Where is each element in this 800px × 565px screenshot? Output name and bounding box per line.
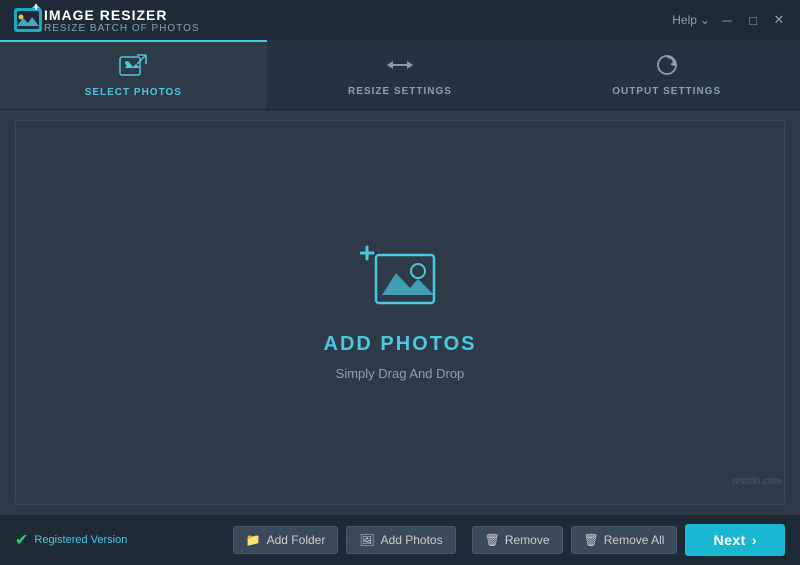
add-folder-button[interactable]: 📁 Add Folder <box>233 526 339 554</box>
next-button[interactable]: Next › <box>685 524 785 556</box>
app-title-group: IMAGE RESIZER RESIZE BATCH OF PHOTOS <box>44 7 672 34</box>
tab-bar: SELECT PHOTOS RESIZE SETTINGS OUTPUT SET… <box>0 40 800 110</box>
close-button[interactable]: ✕ <box>770 11 788 29</box>
status-label: Registered Version <box>34 534 127 546</box>
add-photos-icon <box>360 245 440 323</box>
bottom-bar: ✔ Registered Version 📁 Add Folder 🖼 Add … <box>0 515 800 565</box>
tab-select-photos[interactable]: SELECT PHOTOS <box>0 40 267 109</box>
app-logo-icon <box>12 4 44 36</box>
add-photos-button[interactable]: 🖼 Add Photos <box>346 526 455 554</box>
tab-resize-settings-label: RESIZE SETTINGS <box>348 86 452 97</box>
maximize-button[interactable]: □ <box>744 11 762 29</box>
help-button[interactable]: Help ⌄ <box>672 13 710 27</box>
watermark: wscdn.com <box>732 476 782 487</box>
drop-zone-content: ADD PHOTOS Simply Drag And Drop <box>324 245 477 381</box>
tab-output-settings[interactable]: OUTPUT SETTINGS <box>533 40 800 109</box>
tab-output-settings-label: OUTPUT SETTINGS <box>612 86 721 97</box>
output-settings-icon <box>653 53 681 81</box>
next-label: Next <box>713 532 745 548</box>
status-badge: ✔ Registered Version <box>15 530 127 550</box>
app-subtitle: RESIZE BATCH OF PHOTOS <box>44 23 672 34</box>
bottom-right-controls: 🗑 Remove 🗑 Remove All Next › <box>472 524 785 556</box>
bottom-left-controls: ✔ Registered Version <box>15 530 225 550</box>
status-check-icon: ✔ <box>15 530 28 550</box>
next-arrow-icon: › <box>752 532 757 548</box>
tab-select-photos-label: SELECT PHOTOS <box>85 87 182 98</box>
resize-settings-icon <box>386 53 414 81</box>
minimize-button[interactable]: ─ <box>718 11 736 29</box>
window-controls: Help ⌄ ─ □ ✕ <box>672 11 788 29</box>
tab-resize-settings[interactable]: RESIZE SETTINGS <box>267 40 534 109</box>
add-photos-label: ADD PHOTOS <box>324 333 477 356</box>
remove-all-button[interactable]: 🗑 Remove All <box>571 526 678 554</box>
app-name: IMAGE RESIZER <box>44 7 672 23</box>
drop-zone-area[interactable]: ADD PHOTOS Simply Drag And Drop <box>15 120 785 505</box>
title-bar: IMAGE RESIZER RESIZE BATCH OF PHOTOS Hel… <box>0 0 800 40</box>
remove-button[interactable]: 🗑 Remove <box>472 526 563 554</box>
add-photos-subtitle: Simply Drag And Drop <box>336 366 465 381</box>
select-photos-icon <box>119 54 147 82</box>
chevron-down-icon: ⌄ <box>700 13 710 27</box>
